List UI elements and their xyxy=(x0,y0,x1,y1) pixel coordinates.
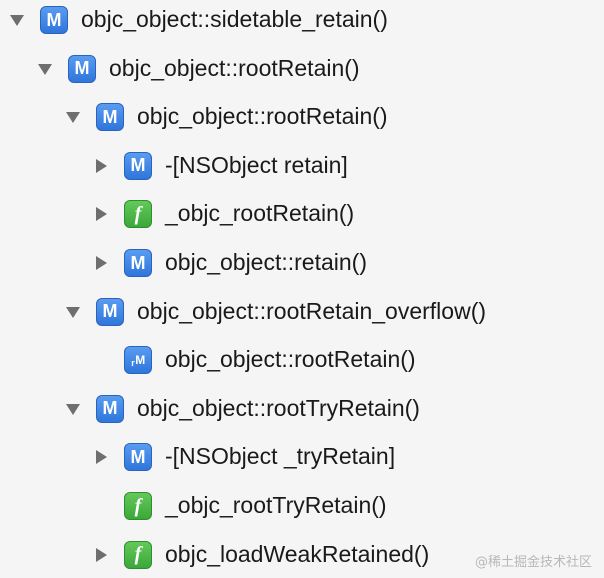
call-tree-outline: Mobjc_object::sidetable_retain() Mobjc_ob… xyxy=(0,0,604,578)
tree-row-label: -[NSObject _tryRetain] xyxy=(165,443,396,470)
method-icon: M xyxy=(68,54,96,83)
disclosure-collapsed-icon[interactable] xyxy=(92,254,110,272)
method-icon: M xyxy=(96,103,124,132)
tree-row-label: objc_object::sidetable_retain() xyxy=(81,6,388,32)
tree-row-label: _objc_rootRetain() xyxy=(165,200,355,227)
tree-row-label: -[NSObject retain] xyxy=(165,151,348,178)
recursive-method-icon: rM xyxy=(124,346,152,375)
tree-row[interactable]: M -[NSObject retain] xyxy=(0,142,604,190)
function-icon: f xyxy=(124,540,152,569)
tree-row[interactable]: Mobjc_object::rootRetain() xyxy=(0,45,604,93)
disclosure-expanded-icon[interactable] xyxy=(64,303,82,321)
tree-row-label: objc_object::retain() xyxy=(165,249,367,275)
tree-row[interactable]: M -[NSObject _tryRetain] xyxy=(0,433,604,481)
method-icon: M xyxy=(40,6,68,34)
tree-row-label: objc_loadWeakRetained() xyxy=(165,540,430,567)
disclosure-collapsed-icon[interactable] xyxy=(92,157,110,175)
tree-row-label: objc_object::rootRetain() xyxy=(137,103,388,130)
disclosure-expanded-icon[interactable] xyxy=(64,400,82,418)
tree-row[interactable]: Mobjc_object::rootRetain_overflow() xyxy=(0,288,604,336)
tree-row-label: objc_object::rootRetain_overflow() xyxy=(137,297,487,324)
tree-row-label: objc_object::rootRetain() xyxy=(165,346,416,373)
method-icon: M xyxy=(96,297,124,326)
disclosure-collapsed-icon[interactable] xyxy=(92,205,110,223)
tree-row[interactable]: Mobjc_object::retain() xyxy=(0,239,604,287)
tree-row[interactable]: Mobjc_object::rootTryRetain() xyxy=(0,385,604,433)
tree-row[interactable]: Mobjc_object::sidetable_retain() xyxy=(0,0,604,44)
watermark: @稀土掘金技术社区 xyxy=(474,555,592,570)
tree-row-label: _objc_rootTryRetain() xyxy=(165,492,387,518)
tree-row-label: objc_object::rootRetain() xyxy=(109,54,360,81)
disclosure-collapsed-icon[interactable] xyxy=(92,448,110,466)
disclosure-expanded-icon[interactable] xyxy=(64,108,82,126)
tree-row-label: objc_object::rootTryRetain() xyxy=(137,394,420,421)
tree-row[interactable]: Mobjc_object::rootRetain() xyxy=(0,93,604,141)
disclosure-collapsed-icon[interactable] xyxy=(92,546,110,564)
tree-row[interactable]: f _objc_rootTryRetain() xyxy=(0,482,604,530)
disclosure-expanded-icon[interactable] xyxy=(8,11,26,29)
function-icon: f xyxy=(124,492,152,520)
tree-row[interactable]: r M objc_object::rootRetain() xyxy=(0,336,604,384)
method-icon: M xyxy=(96,394,124,423)
method-icon: M xyxy=(124,443,152,472)
method-icon: M xyxy=(124,151,152,180)
function-icon: f xyxy=(124,200,152,229)
method-icon: M xyxy=(124,249,152,277)
disclosure-expanded-icon[interactable] xyxy=(36,60,54,78)
tree-row[interactable]: f _objc_rootRetain() xyxy=(0,190,604,238)
